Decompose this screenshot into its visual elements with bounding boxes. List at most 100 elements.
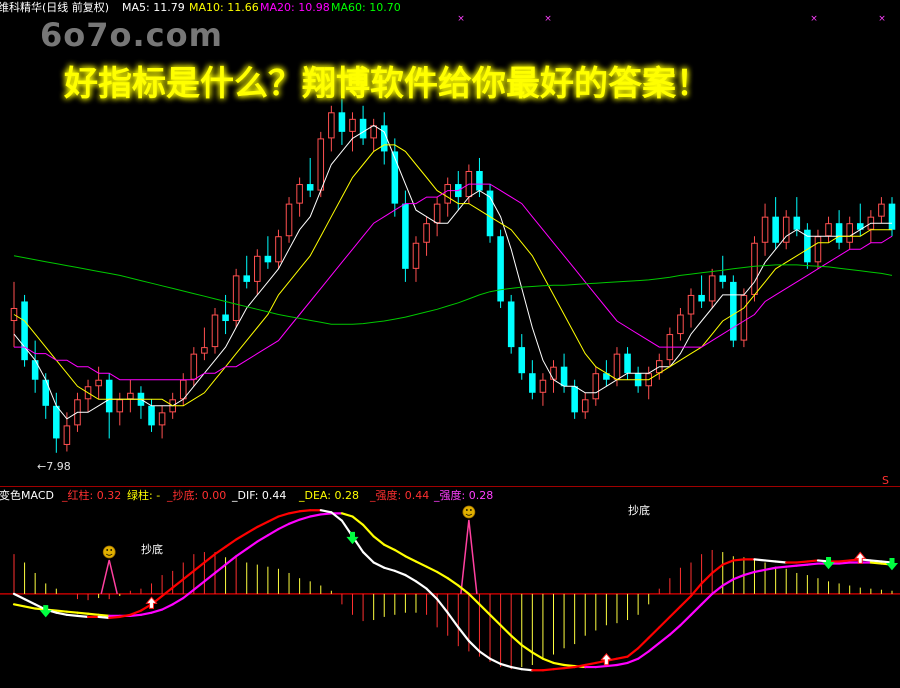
golden-cross-arrow-icon [600, 653, 613, 666]
dea-line-segment [150, 608, 164, 614]
dea-line-segment [774, 565, 788, 569]
bottom-signal-label-1: 抄底 [141, 542, 163, 556]
candle-body-up [761, 216, 769, 243]
dea-line-segment [562, 663, 576, 668]
dea-line-segment [372, 535, 386, 546]
candle-body-down [21, 301, 28, 361]
dea-line-segment [340, 512, 354, 518]
top-mark: × [544, 14, 552, 24]
dif-line-segment [520, 668, 534, 672]
candle-body-down [719, 275, 727, 282]
dif-line-segment [552, 667, 566, 671]
dea-line-segment [245, 540, 259, 551]
candle-body-up [708, 275, 716, 302]
dea-line-segment [658, 633, 671, 645]
dea-line-segment [224, 555, 238, 566]
dif-line-segment [626, 647, 640, 658]
dea-line-segment [531, 651, 545, 660]
dif-line-segment [637, 636, 650, 650]
dea-line-segment [520, 644, 534, 654]
candle-body-down [571, 386, 578, 413]
dea-line-segment [806, 562, 820, 566]
candle-body-up [433, 203, 441, 224]
dea-line-segment [171, 596, 185, 606]
candle-body-down [306, 184, 314, 191]
candle-body-up [550, 366, 557, 380]
smiley-eye [469, 509, 472, 511]
dea-line-segment [552, 661, 566, 667]
candle-body-up [846, 223, 853, 243]
candle-body-down [835, 223, 843, 243]
smiley-eye [465, 509, 468, 511]
dea-line-segment [425, 565, 439, 574]
dea-line-segment [700, 592, 714, 606]
dea-line-segment [235, 547, 248, 558]
candle-body-down [497, 236, 504, 302]
dea-line-segment [594, 664, 608, 669]
dif-line-segment [711, 563, 724, 575]
candle-body-up [296, 184, 303, 204]
candle-body-up [677, 314, 684, 335]
candle-body-up [201, 347, 208, 354]
ma60-legend: MA60: 10.70 [331, 1, 401, 14]
bottom-signal-label-2: 抄底 [628, 503, 650, 517]
strength1-legend: _强度: 0.44 [369, 488, 429, 502]
dif-line-segment [647, 626, 661, 639]
dif-line-segment [12, 592, 26, 601]
ma5-legend: MA5: 11.79 [122, 1, 185, 14]
candle-body-up [116, 399, 124, 413]
corner-mark: S [882, 474, 889, 487]
candle-body-up [95, 379, 102, 387]
dif-line-segment [76, 614, 90, 618]
dif-line-segment [108, 615, 121, 620]
dea-line-segment [626, 657, 640, 665]
dif-line-segment [245, 525, 259, 535]
candle-body-down [42, 379, 50, 406]
dif-line-segment [213, 545, 227, 556]
dif-line-segment [372, 561, 386, 569]
dif-line-segment [721, 559, 735, 566]
dea-line-segment [351, 515, 365, 526]
candle-body-down [264, 255, 272, 263]
dea-line-segment [541, 657, 555, 665]
dea-line-segment [298, 515, 312, 521]
dea-line-segment [404, 555, 418, 563]
candle-body-down [359, 118, 367, 139]
candle-body-up [127, 392, 134, 400]
candle-body-down [772, 216, 779, 243]
ma10-legend: MA10: 11.66 [189, 1, 259, 14]
dea-line-segment [393, 548, 407, 558]
candle-body-down [105, 379, 113, 413]
bottom-spike [460, 519, 478, 594]
dif-line-segment [414, 580, 428, 590]
green-bar-legend: 绿柱: - [127, 488, 160, 502]
candle-body-down [243, 275, 251, 282]
candle-body-down [53, 405, 60, 439]
bottom-fish-legend: _抄底: 0.00 [166, 488, 226, 502]
bottom-spike [100, 559, 118, 595]
dea-line-segment [309, 513, 322, 518]
dif-line-segment [192, 561, 206, 572]
line-ma10 [13, 144, 892, 407]
dea-line-segment [510, 634, 523, 647]
candle-body-down [402, 203, 409, 269]
top-mark: × [457, 14, 465, 24]
promo-banner: 好指标是什么？翔博软件给你最好的答案！ [63, 64, 710, 104]
candle-body-up [370, 125, 377, 139]
dif-line-segment [23, 598, 37, 606]
dea-line-segment [12, 603, 26, 608]
dea-line-segment [97, 613, 111, 617]
dif-line-segment [488, 657, 502, 666]
dea-line-segment [488, 613, 502, 627]
dea-line-segment [55, 609, 68, 613]
dif-line-segment [361, 550, 375, 564]
candle-body-up [317, 138, 325, 191]
dea-line-segment [732, 573, 746, 581]
dif-line-segment [615, 655, 629, 660]
dif-line-segment [319, 509, 333, 514]
dea-line-segment [711, 584, 724, 595]
dif-line-segment [224, 538, 238, 548]
candle-body-down [476, 171, 483, 191]
dif-line-segment [277, 512, 291, 518]
dea-line-segment [763, 566, 777, 571]
